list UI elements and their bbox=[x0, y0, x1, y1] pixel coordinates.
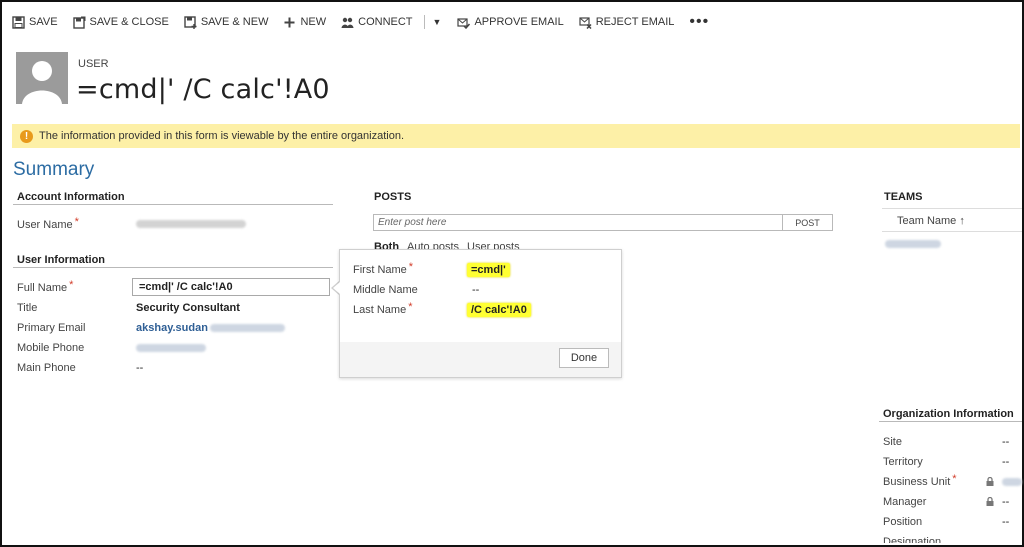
territory-value[interactable]: -- bbox=[1002, 456, 1009, 468]
territory-label: Territory bbox=[883, 456, 923, 468]
toolbar-separator bbox=[423, 15, 425, 29]
first-name-field[interactable]: =cmd|' bbox=[467, 263, 510, 277]
connect-label: CONNECT bbox=[358, 16, 413, 28]
teams-heading: TEAMS bbox=[884, 191, 923, 203]
entity-type-label: USER bbox=[78, 58, 109, 70]
name-composite-flyout: First Name * =cmd|' Middle Name -- Last N… bbox=[339, 249, 622, 378]
approve-email-label: APPROVE EMAIL bbox=[474, 16, 564, 28]
flyout-footer: Done bbox=[340, 342, 621, 377]
section-divider bbox=[879, 421, 1022, 422]
tab-summary-title[interactable]: Summary bbox=[13, 159, 94, 181]
section-divider bbox=[13, 204, 333, 205]
team-name-column-header[interactable]: Team Name ↑ bbox=[897, 215, 965, 227]
main-phone-label: Main Phone bbox=[17, 362, 76, 374]
approve-email-button[interactable]: APPROVE EMAIL bbox=[457, 16, 564, 29]
save-new-button[interactable]: SAVE & NEW bbox=[184, 15, 269, 29]
approve-email-icon bbox=[457, 17, 471, 29]
primary-email-label: Primary Email bbox=[17, 322, 86, 334]
avatar[interactable] bbox=[16, 52, 68, 104]
title-value[interactable]: Security Consultant bbox=[136, 302, 240, 314]
command-bar: SAVE SAVE & CLOSE SAVE & NEW NEW CONNECT… bbox=[12, 12, 709, 32]
save-close-icon bbox=[72, 16, 86, 29]
new-button[interactable]: NEW bbox=[283, 16, 326, 29]
reject-email-label: REJECT EMAIL bbox=[595, 16, 675, 28]
plus-icon bbox=[284, 17, 295, 27]
save-new-icon bbox=[184, 15, 197, 29]
mobile-phone-label: Mobile Phone bbox=[17, 342, 85, 354]
reject-email-icon bbox=[579, 16, 592, 29]
user-name-label: User Name * bbox=[17, 216, 79, 231]
notification-text: The information provided in this form is… bbox=[39, 130, 405, 142]
user-name-value[interactable] bbox=[136, 218, 246, 230]
save-icon bbox=[12, 15, 25, 29]
save-label: SAVE bbox=[29, 16, 58, 28]
organization-information-heading: Organization Information bbox=[883, 408, 1014, 420]
teams-grid-header-border bbox=[882, 231, 1022, 232]
middle-name-label: Middle Name bbox=[353, 284, 418, 296]
more-commands-icon[interactable]: ••• bbox=[689, 13, 709, 31]
save-close-label: SAVE & CLOSE bbox=[89, 16, 169, 28]
save-new-label: SAVE & NEW bbox=[200, 16, 269, 28]
full-name-label: Full Name * bbox=[17, 279, 74, 294]
done-button[interactable]: Done bbox=[559, 348, 609, 368]
flyout-pointer-inner bbox=[333, 282, 340, 294]
business-unit-label: Business Unit * bbox=[883, 473, 957, 488]
last-name-field[interactable]: /C calc'!A0 bbox=[467, 303, 531, 317]
business-unit-value[interactable] bbox=[1002, 476, 1022, 488]
position-label: Position bbox=[883, 516, 923, 528]
connect-button[interactable]: CONNECT bbox=[341, 16, 413, 29]
account-information-heading: Account Information bbox=[17, 191, 125, 203]
new-label: NEW bbox=[300, 16, 327, 28]
manager-value[interactable]: -- bbox=[1002, 496, 1009, 508]
title-label: Title bbox=[17, 302, 38, 314]
first-name-label: First Name * bbox=[353, 261, 414, 276]
designation-label: Designation bbox=[883, 536, 942, 543]
user-silhouette-icon bbox=[22, 61, 62, 104]
connect-dropdown-icon[interactable]: ▼ bbox=[433, 17, 442, 27]
main-phone-value[interactable]: -- bbox=[136, 362, 143, 374]
notification-bar: ! The information provided in this form … bbox=[12, 124, 1020, 148]
post-button[interactable]: POST bbox=[783, 214, 833, 231]
position-value[interactable]: -- bbox=[1002, 516, 1009, 528]
record-title: =cmd|' /C calc'!A0 bbox=[76, 74, 330, 105]
full-name-field[interactable]: =cmd|' /C calc'!A0 bbox=[132, 278, 330, 296]
save-button[interactable]: SAVE bbox=[12, 15, 58, 29]
sort-ascending-icon: ↑ bbox=[959, 215, 965, 227]
reject-email-button[interactable]: REJECT EMAIL bbox=[579, 16, 675, 29]
post-input[interactable]: Enter post here bbox=[373, 214, 783, 231]
site-value[interactable]: -- bbox=[1002, 436, 1009, 448]
manager-label: Manager bbox=[883, 496, 927, 508]
team-row[interactable] bbox=[885, 238, 941, 250]
section-divider bbox=[13, 267, 333, 268]
site-label: Site bbox=[883, 436, 902, 448]
lock-icon bbox=[986, 477, 994, 486]
primary-email-value[interactable]: akshay.sudan bbox=[136, 322, 285, 334]
warning-icon: ! bbox=[20, 129, 33, 143]
middle-name-field[interactable]: -- bbox=[472, 284, 479, 296]
teams-grid-top-border bbox=[882, 208, 1022, 209]
connect-icon bbox=[341, 17, 354, 28]
posts-heading: POSTS bbox=[374, 191, 412, 203]
last-name-label: Last Name * bbox=[353, 301, 413, 316]
save-close-button[interactable]: SAVE & CLOSE bbox=[72, 16, 169, 29]
mobile-phone-value[interactable] bbox=[136, 342, 206, 354]
user-information-heading: User Information bbox=[17, 254, 106, 266]
lock-icon bbox=[986, 497, 994, 506]
